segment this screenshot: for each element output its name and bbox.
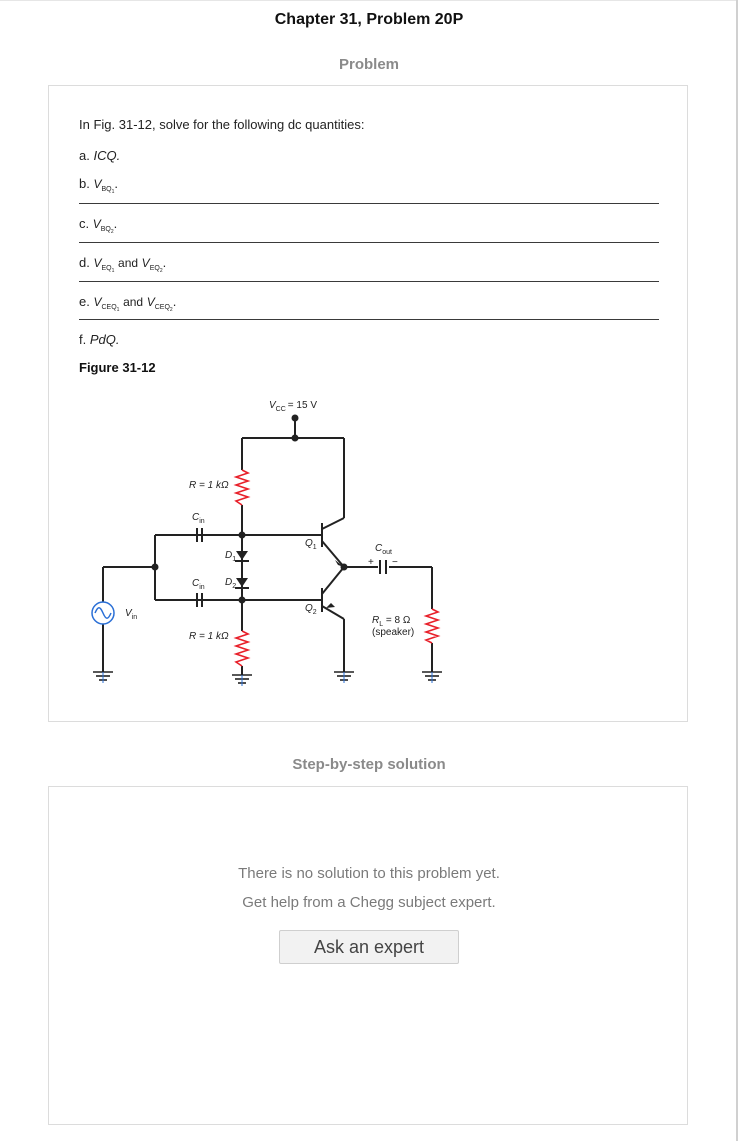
solution-heading: Step-by-step solution — [292, 756, 446, 773]
solution-card: There is no solution to this problem yet… — [48, 786, 688, 1125]
problem-heading: Problem — [338, 56, 399, 73]
d2-label: D2 — [225, 577, 236, 590]
expert-help-text: Get help from a Chegg subject expert. — [242, 894, 496, 911]
resistor-load — [423, 608, 441, 644]
cout-plus: + — [368, 557, 374, 568]
diode-d2 — [235, 578, 249, 589]
r-bottom-label: R = 1 kΩ — [189, 631, 229, 642]
top-border — [0, 0, 738, 1]
chapter-title: Chapter 31, Problem 20P — [274, 11, 464, 28]
resistor-bottom — [233, 630, 251, 667]
circuit-diagram: VCC = 15 V R = 1 kΩ R = 1 kΩ Cin Cin D1 D… — [91, 400, 442, 686]
q2-emitter-arrow — [326, 603, 335, 608]
cout-minus: − — [392, 557, 398, 568]
vin-label: Vin — [125, 608, 137, 621]
diode-d1 — [235, 551, 249, 562]
vcc-label: VCC = 15 V — [269, 400, 317, 413]
junction-dots — [151, 414, 348, 604]
ground-accent-icon — [102, 672, 433, 686]
ask-expert-button[interactable]: Ask an expert — [279, 930, 459, 964]
speaker-label: (speaker) — [372, 627, 414, 638]
cin-top-label: Cin — [192, 512, 205, 525]
resistor-top — [233, 469, 251, 506]
ground-icon — [93, 671, 442, 684]
cout-label: Cout — [375, 543, 392, 556]
no-solution-text: There is no solution to this problem yet… — [238, 865, 500, 882]
ac-source-icon — [91, 601, 115, 625]
d1-label: D1 — [225, 550, 236, 563]
r-top-label: R = 1 kΩ — [189, 480, 229, 491]
q1-label: Q1 — [305, 538, 317, 551]
cin-bottom-label: Cin — [192, 578, 205, 591]
q2-label: Q2 — [305, 603, 317, 616]
problem-card: In Fig. 31-12, solve for the following d… — [48, 85, 688, 722]
